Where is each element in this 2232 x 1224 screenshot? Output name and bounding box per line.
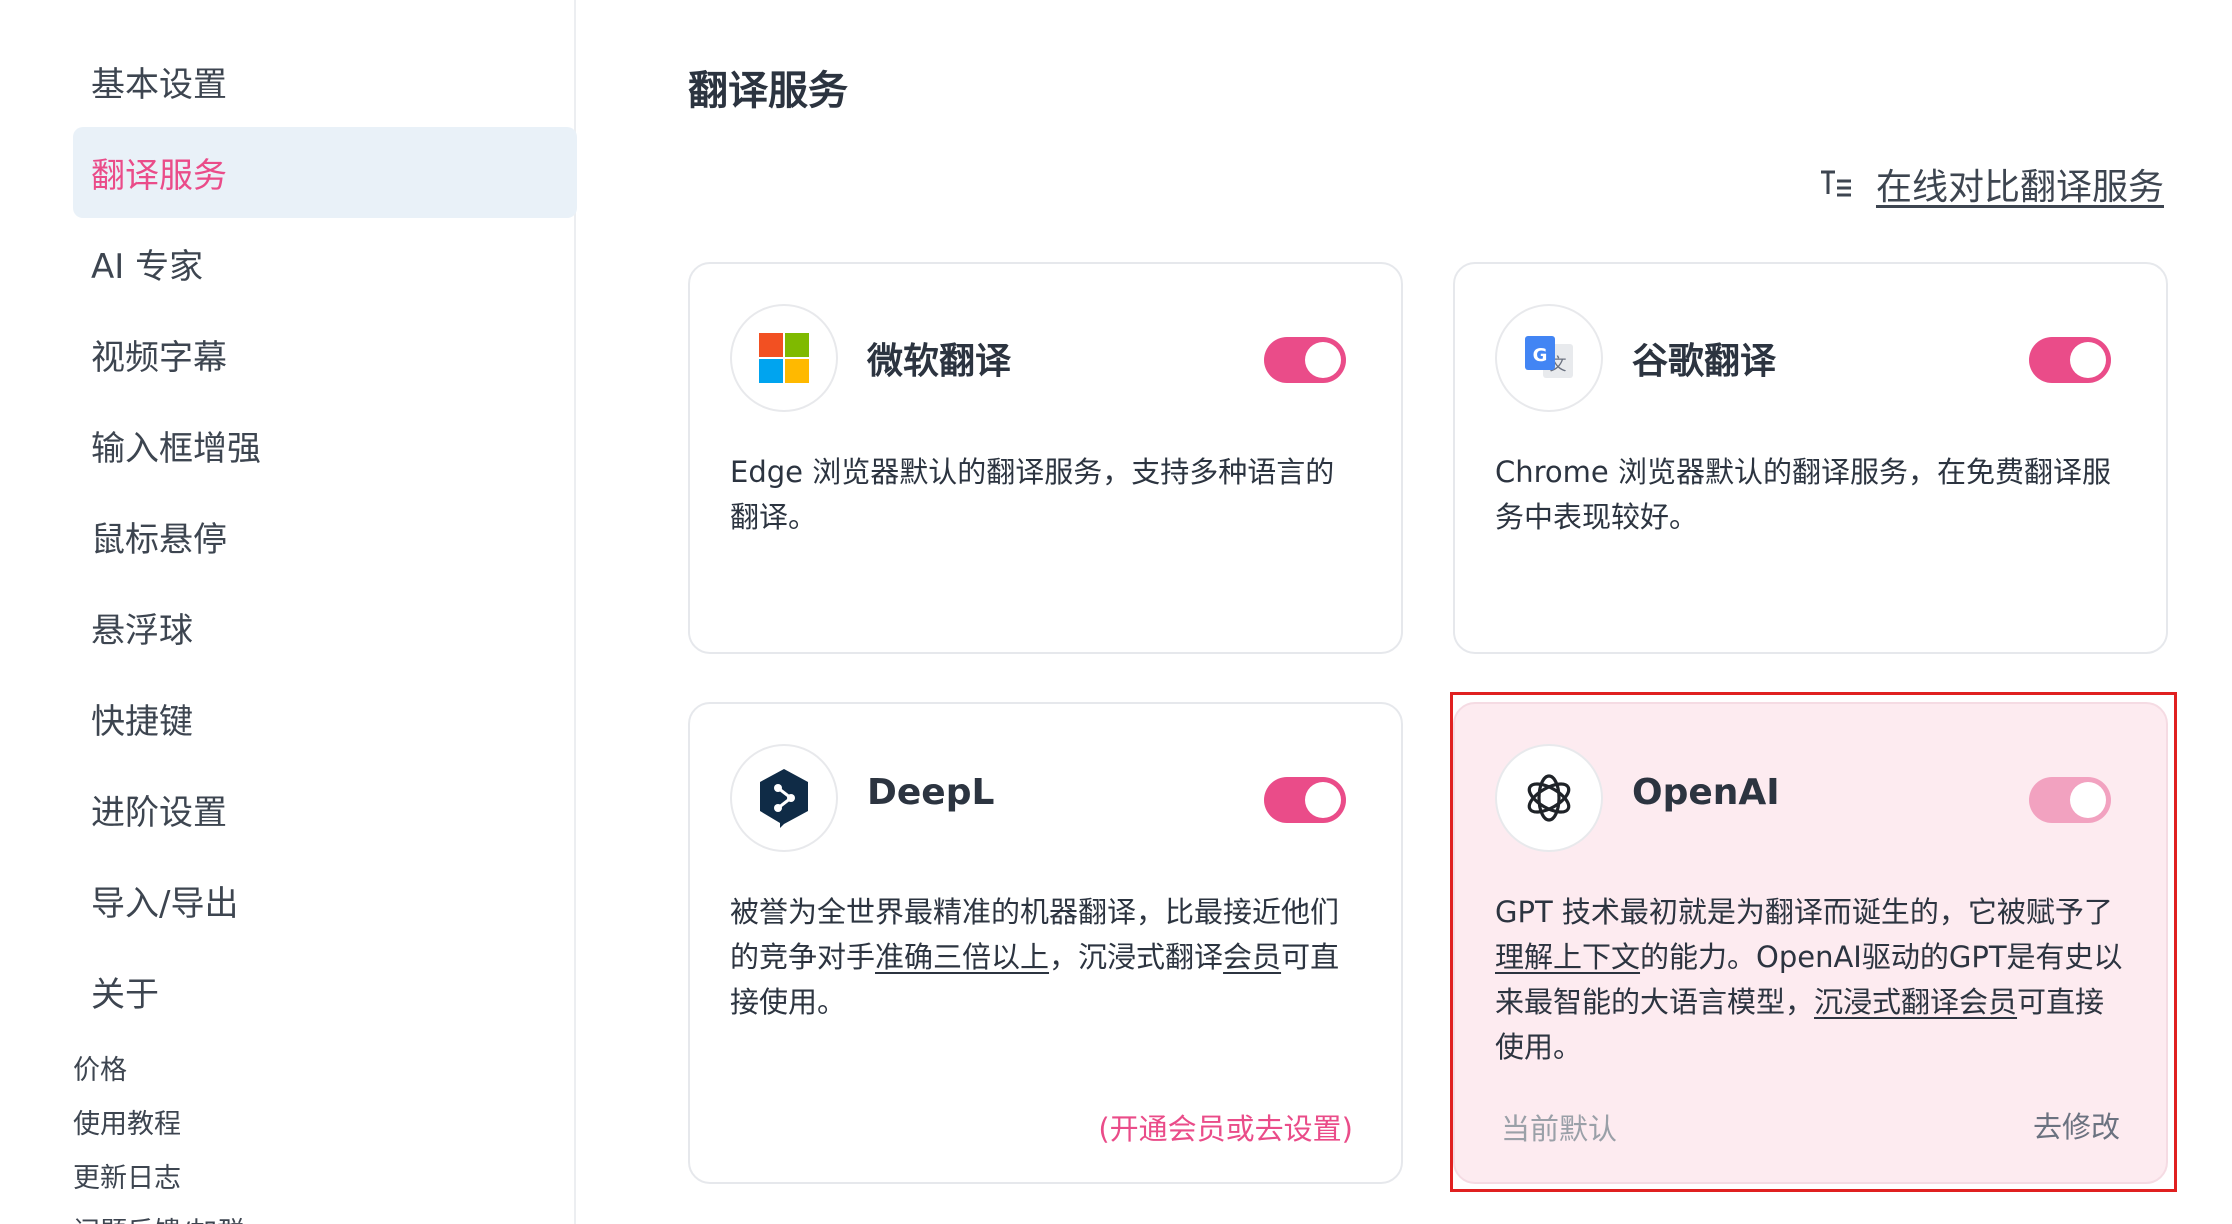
service-description: 被誉为全世界最精准的机器翻译，比最接近他们的竞争对手准确三倍以上，沉浸式翻译会员…: [730, 890, 1361, 1025]
service-toggle[interactable]: [1264, 777, 1346, 823]
service-name: 微软翻译: [867, 341, 1012, 382]
sidebar-item-shortcuts[interactable]: 快捷键: [73, 673, 577, 764]
sidebar-link-changelog[interactable]: 更新日志: [73, 1156, 181, 1195]
sidebar-item-ai-experts[interactable]: AI 专家: [73, 218, 577, 309]
accuracy-link[interactable]: 准确三倍以上: [875, 940, 1049, 974]
sidebar-item-translation-services[interactable]: 翻译服务: [73, 127, 577, 218]
compare-services-label: 在线对比翻译服务: [1875, 167, 2164, 208]
svg-text:G: G: [1533, 345, 1548, 366]
selection-highlight-frame: [1450, 692, 2177, 1192]
deepl-logo-icon: [730, 744, 838, 852]
desc-text: ，沉浸式翻译: [1049, 940, 1224, 974]
page-title: 翻译服务: [688, 68, 848, 114]
compare-services-link[interactable]: 在线对比翻译服务: [1818, 158, 2164, 210]
membership-link[interactable]: 会员: [1223, 940, 1281, 974]
sidebar-item-video-subtitles[interactable]: 视频字幕: [73, 309, 577, 400]
service-description: Chrome 浏览器默认的翻译服务，在免费翻译服务中表现较好。: [1495, 455, 2111, 534]
service-card-microsoft[interactable]: 微软翻译 Edge 浏览器默认的翻译服务，支持多种语言的翻译。: [688, 262, 1403, 654]
sidebar-item-about[interactable]: 关于: [73, 946, 577, 1037]
service-name: 谷歌翻译: [1632, 341, 1777, 382]
service-description: Edge 浏览器默认的翻译服务，支持多种语言的翻译。: [730, 455, 1335, 534]
microsoft-logo-icon: [730, 304, 838, 412]
sidebar-item-basic-settings[interactable]: 基本设置: [73, 36, 577, 127]
google-translate-logo-icon: 文 G: [1495, 304, 1603, 412]
subscribe-or-settings-link[interactable]: (开通会员或去设置): [1098, 1106, 1353, 1148]
sidebar-item-input-enhance[interactable]: 输入框增强: [73, 400, 577, 491]
sidebar-item-floating-ball[interactable]: 悬浮球: [73, 582, 577, 673]
service-card-deepl[interactable]: DeepL 被誉为全世界最精准的机器翻译，比最接近他们的竞争对手准确三倍以上，沉…: [688, 702, 1403, 1184]
service-name: DeepL: [867, 772, 995, 813]
service-toggle[interactable]: [1264, 337, 1346, 383]
sidebar-link-feedback[interactable]: 问题反馈/加群: [73, 1210, 244, 1224]
service-toggle[interactable]: [2029, 337, 2111, 383]
sidebar-link-tutorial[interactable]: 使用教程: [73, 1102, 181, 1141]
sidebar-item-import-export[interactable]: 导入/导出: [73, 855, 577, 946]
sidebar: 基本设置 翻译服务 AI 专家 视频字幕 输入框增强 鼠标悬停 悬浮球 快捷键 …: [0, 0, 577, 1224]
text-compare-icon: [1820, 170, 1851, 197]
sidebar-item-mouse-hover[interactable]: 鼠标悬停: [73, 491, 577, 582]
sidebar-item-advanced-settings[interactable]: 进阶设置: [73, 764, 577, 855]
service-card-google[interactable]: 文 G 谷歌翻译 Chrome 浏览器默认的翻译服务，在免费翻译服务中表现较好。: [1453, 262, 2168, 654]
settings-page: 基本设置 翻译服务 AI 专家 视频字幕 输入框增强 鼠标悬停 悬浮球 快捷键 …: [0, 0, 2232, 1224]
sidebar-link-pricing[interactable]: 价格: [73, 1048, 127, 1087]
